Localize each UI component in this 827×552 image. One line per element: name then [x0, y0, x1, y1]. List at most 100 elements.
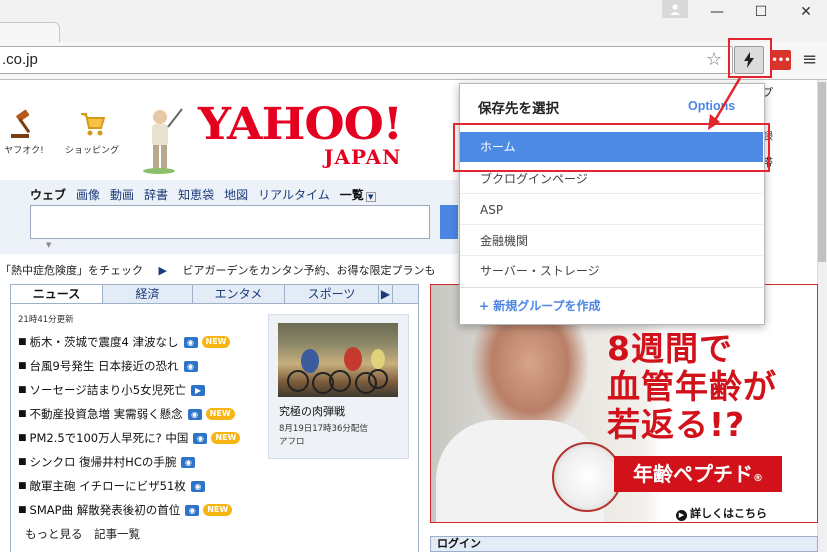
menu-icon[interactable]: ≡ [802, 49, 817, 70]
url-text[interactable]: .co.jp [2, 51, 38, 68]
search-tab-dictionary[interactable]: 辞書 [144, 186, 168, 203]
create-group-button[interactable]: + 新規グループを作成 [479, 297, 601, 314]
ad-headline: 8週間で 血管年齢が 若返る!? [607, 330, 777, 444]
search-tabs: ウェブ 画像 動画 辞書 知恵袋 地図 リアルタイム 一覧 ▼ [30, 186, 376, 203]
search-tab-video[interactable]: 動画 [110, 186, 134, 203]
ad-line-3: 若返る!? [607, 405, 746, 444]
auction-nav[interactable]: ヤフオク! [0, 108, 48, 156]
gavel-icon [11, 109, 31, 138]
search-expand-icon[interactable]: ▼ [46, 241, 51, 249]
tab-sports[interactable]: スポーツ [285, 285, 379, 303]
group-item-finance[interactable]: 金融機関 [460, 226, 763, 256]
camera-icon: ◉ [185, 504, 200, 516]
profile-avatar-icon[interactable] [662, 0, 688, 18]
photo-date: 8月19日17時36分配信 [279, 424, 368, 434]
topic-link[interactable]: ▶ ビアガーデンをカンタン予約、お得な限定プランも [159, 264, 448, 277]
search-tab-images[interactable]: 画像 [76, 186, 100, 203]
bullet-icon: ■ [18, 481, 27, 491]
scrollbar-thumb[interactable] [818, 82, 826, 262]
news-item[interactable]: ■ シンクロ 復帰井村HCの手腕 ◉ [18, 450, 263, 474]
tab-news[interactable]: ニュース [11, 285, 103, 303]
camera-icon: ◉ [181, 456, 196, 468]
extension-dots-icon[interactable]: ••• [771, 50, 791, 70]
search-input[interactable] [30, 205, 430, 239]
news-item[interactable]: ■ 台風9号発生 日本接近の恐れ ◉ [18, 354, 263, 378]
new-badge: NEW [201, 336, 231, 348]
news-headline: ソーセージ詰まり小5女児死亡 [29, 383, 187, 397]
camera-icon: ◉ [193, 432, 208, 444]
topic-link[interactable]: 「熱中症危険度」をチェック [0, 264, 143, 277]
news-item[interactable]: ■ 栃木・茨城で震度4 津波なし ◉ NEW [18, 330, 263, 354]
auction-nav-label: ヤフオク! [4, 146, 44, 156]
search-tab-web[interactable]: ウェブ [30, 186, 66, 203]
bullet-icon: ■ [18, 457, 27, 467]
close-button[interactable]: ✕ [785, 0, 827, 24]
search-tab-list-label: 一覧 [339, 188, 364, 202]
shopping-nav-label: ショッピング [64, 146, 119, 156]
tabs-next-arrow-icon[interactable]: ▶ [379, 285, 393, 303]
shopping-nav[interactable]: ショッピング [62, 108, 122, 156]
topics-bar: 「熱中症危険度」をチェック ▶ ビアガーデンをカンタン予約、お得な限定プランも … [0, 262, 498, 278]
tab-economy[interactable]: 経済 [103, 285, 193, 303]
ad-powder-image [552, 442, 622, 512]
camera-icon: ◉ [190, 480, 205, 492]
news-item[interactable]: ■ SMAP曲 解散発表後初の首位 ◉ NEW [18, 498, 263, 522]
highlight-box-extension [728, 38, 772, 78]
bullet-icon: ■ [18, 505, 27, 515]
login-bar[interactable]: ログイン [430, 536, 818, 552]
address-bar[interactable] [0, 46, 733, 74]
camera-icon: ◉ [187, 408, 202, 420]
news-headline: シンクロ 復帰井村HCの手腕 [29, 455, 177, 469]
camera-icon: ◉ [183, 360, 198, 372]
search-tab-realtime[interactable]: リアルタイム [258, 186, 330, 203]
video-icon: ▶ [191, 384, 206, 396]
ad-line-1: 8週間で [607, 329, 733, 368]
news-headline: SMAP曲 解散発表後初の首位 [29, 503, 181, 517]
group-item-server-storage[interactable]: サーバー・ストレージ [460, 256, 763, 286]
ad-product-band: 年齢ペプチド® [614, 456, 782, 492]
search-button[interactable] [440, 205, 458, 239]
bullet-icon: ■ [18, 433, 27, 443]
popup-divider [460, 287, 763, 288]
golfer-mascot-icon [134, 105, 184, 178]
news-item[interactable]: ■ ソーセージ詰まり小5女児死亡 ▶ [18, 378, 263, 402]
ad-details-label: 詳しくはこちら [690, 507, 767, 520]
popup-title: 保存先を選択 [478, 101, 559, 117]
bullet-icon: ■ [18, 385, 27, 395]
news-headline: 台風9号発生 日本接近の恐れ [29, 359, 179, 373]
news-headline: 不動産投資急増 実需弱く懸念 [29, 407, 183, 421]
new-badge: NEW [211, 432, 241, 444]
search-tab-chiebukuro[interactable]: 知恵袋 [178, 186, 214, 203]
tab-entertainment[interactable]: エンタメ [193, 285, 285, 303]
bookmark-star-icon[interactable]: ☆ [706, 49, 722, 70]
browser-tab[interactable] [0, 22, 60, 42]
news-photo[interactable] [278, 323, 398, 397]
new-badge: NEW [203, 504, 233, 516]
bullet-icon: ■ [18, 337, 27, 347]
news-item[interactable]: ■ PM2.5で100万人早死に? 中国 ◉ NEW [18, 426, 263, 450]
new-badge: NEW [205, 408, 235, 420]
ad-details-link[interactable]: ▶ 詳しくはこちら [676, 505, 767, 521]
yahoo-logo[interactable]: YAHOO! [198, 103, 403, 147]
yahoo-logo-japan: JAPAN [324, 145, 402, 169]
minimize-button[interactable]: — [696, 0, 738, 24]
ad-line-2: 血管年齢が [607, 367, 777, 406]
search-tab-map[interactable]: 地図 [224, 186, 248, 203]
news-list: ■ 栃木・茨城で震度4 津波なし ◉ NEW ■ 台風9号発生 日本接近の恐れ ◉ ■ ソーセー… [18, 330, 263, 522]
news-headline: 敵軍主砲 イチローにビザ51枚 [29, 479, 186, 493]
photo-caption[interactable]: 究極の肉弾戦 [279, 403, 345, 419]
news-headline: PM2.5で100万人早死に? 中国 [29, 431, 189, 445]
play-circle-icon: ▶ [676, 510, 687, 521]
annotation-arrow-icon [708, 77, 742, 130]
news-item[interactable]: ■ 敵軍主砲 イチローにビザ51枚 ◉ [18, 474, 263, 498]
maximize-button[interactable]: ☐ [740, 0, 782, 24]
search-tab-list[interactable]: 一覧 ▼ [340, 186, 376, 203]
shopping-cart-icon [81, 113, 106, 136]
group-item-asp[interactable]: ASP [460, 195, 763, 225]
photo-meta: 8月19日17時36分配信 アフロ [279, 423, 368, 449]
camera-icon: ◉ [183, 336, 198, 348]
bullet-icon: ■ [18, 361, 27, 371]
news-item[interactable]: ■ 不動産投資急増 実需弱く懸念 ◉ NEW [18, 402, 263, 426]
news-more-links[interactable]: もっと見る 記事一覧 [25, 526, 140, 542]
ad-product-name: 年齢ペプチド [633, 462, 753, 486]
